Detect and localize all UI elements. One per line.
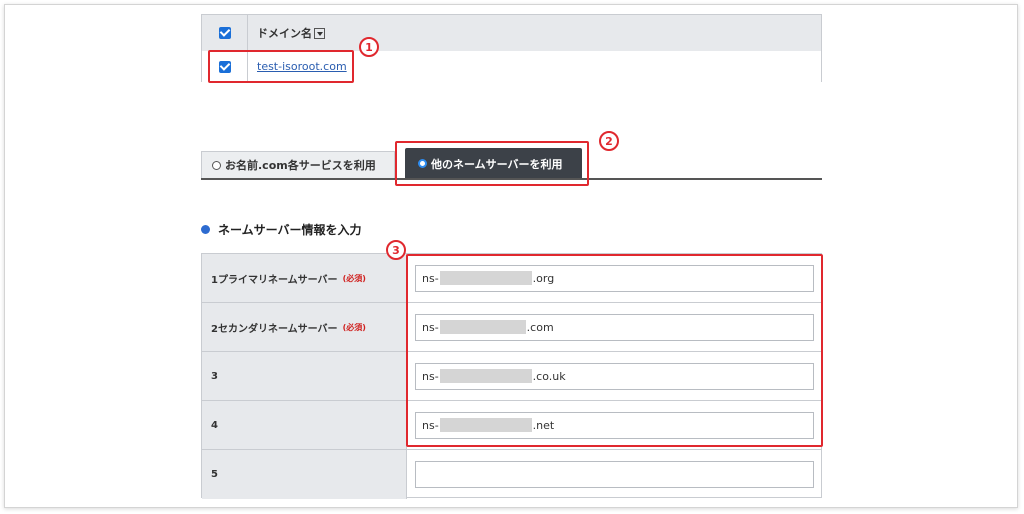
select-all-checkbox[interactable]	[218, 27, 231, 39]
highlight-box-3	[406, 254, 823, 447]
highlight-box-2	[395, 141, 589, 186]
nameserver-label-1: 1プライマリネームサーバー (必須)	[202, 254, 407, 302]
section-heading: ネームサーバー情報を入力	[201, 221, 362, 238]
section-title: ネームサーバー情報を入力	[218, 223, 362, 237]
nameserver-input-5[interactable]	[415, 461, 814, 488]
annotation-number-2: 2	[599, 131, 619, 151]
highlight-box-1	[208, 50, 354, 83]
nameserver-label-4: 4	[202, 401, 407, 449]
row-label: 5	[211, 469, 218, 480]
table-row: 5	[202, 450, 821, 499]
nameserver-label-5: 5	[202, 450, 407, 499]
tab-onamae-services[interactable]: お名前.com各サービスを利用	[201, 151, 395, 178]
bullet-icon	[201, 225, 210, 234]
annotation-number-3: 3	[386, 240, 406, 260]
row-label: 3	[211, 370, 218, 382]
row-label: 1プライマリネームサーバー	[211, 274, 338, 286]
row-label: 4	[211, 419, 218, 431]
domain-column-label: ドメイン名	[257, 27, 312, 40]
input-cell	[407, 450, 821, 499]
sort-down-icon[interactable]	[314, 27, 325, 39]
domain-table-header: ドメイン名	[202, 15, 821, 52]
select-all-cell	[202, 15, 248, 51]
row-label: 2セカンダリネームサーバー	[211, 323, 338, 335]
required-badge: (必須)	[342, 273, 366, 283]
nameserver-label-3: 3	[202, 352, 407, 400]
required-badge: (必須)	[342, 322, 366, 332]
nameserver-label-2: 2セカンダリネームサーバー (必須)	[202, 303, 407, 351]
domain-column-header[interactable]: ドメイン名	[257, 25, 325, 41]
annotation-number-1: 1	[359, 37, 379, 57]
tab-onamae-services-label: お名前.com各サービスを利用	[225, 159, 376, 172]
radio-unselected-icon	[212, 160, 221, 170]
